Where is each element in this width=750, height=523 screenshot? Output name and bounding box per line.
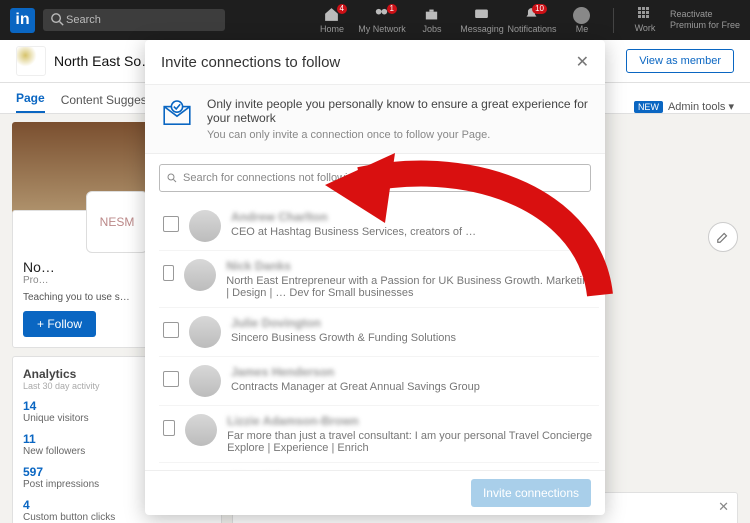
connection-search[interactable]: Search for connections not following you… bbox=[159, 164, 591, 192]
person-headline: North East Entrepreneur with a Passion f… bbox=[226, 275, 595, 299]
person-name: Julie Dovington bbox=[231, 316, 456, 330]
modal-banner: Only invite people you personally know t… bbox=[145, 85, 605, 154]
person-name: Lizzie Adamson-Brown bbox=[227, 414, 595, 428]
checkbox[interactable] bbox=[163, 265, 174, 281]
connection-row: Cheryl GrayHelping companies grow via ma… bbox=[159, 463, 599, 470]
connection-list[interactable]: Andrew Charlton CEO at Hashtag Business S… bbox=[145, 202, 605, 470]
checkbox[interactable] bbox=[163, 322, 179, 338]
connection-row: James Henderson Contracts Manager at Grea… bbox=[159, 357, 599, 406]
avatar bbox=[185, 414, 217, 446]
person-name: James Henderson bbox=[231, 365, 480, 379]
checkbox[interactable] bbox=[163, 420, 175, 436]
search-icon bbox=[166, 172, 178, 184]
person-headline: CEO at Hashtag Business Services, creato… bbox=[231, 226, 476, 238]
person-headline: Far more than just a travel consultant: … bbox=[227, 430, 595, 454]
connection-row: Lizzie Adamson-Brown Far more than just a… bbox=[159, 406, 599, 463]
modal-overlay: Invite connections to follow ✕ Only invi… bbox=[0, 0, 750, 523]
banner-secondary: You can only invite a connection once to… bbox=[207, 129, 589, 141]
close-icon[interactable]: ✕ bbox=[576, 52, 589, 72]
person-headline: Sincero Business Growth & Funding Soluti… bbox=[231, 332, 456, 344]
search-placeholder: Search for connections not following you… bbox=[183, 172, 413, 184]
person-headline: Contracts Manager at Great Annual Saving… bbox=[231, 381, 480, 393]
envelope-check-icon bbox=[161, 97, 193, 129]
invite-connections-button[interactable]: Invite connections bbox=[471, 479, 591, 507]
banner-primary: Only invite people you personally know t… bbox=[207, 97, 589, 125]
connection-row: Julie Dovington Sincero Business Growth &… bbox=[159, 308, 599, 357]
modal-title: Invite connections to follow bbox=[161, 54, 340, 71]
avatar bbox=[184, 259, 216, 291]
checkbox[interactable] bbox=[163, 371, 179, 387]
connection-row: Andrew Charlton CEO at Hashtag Business S… bbox=[159, 202, 599, 251]
avatar bbox=[189, 316, 221, 348]
invite-modal: Invite connections to follow ✕ Only invi… bbox=[145, 40, 605, 515]
person-name: Andrew Charlton bbox=[231, 210, 476, 224]
person-name: Nick Danks bbox=[226, 259, 595, 273]
connection-row: Nick Danks North East Entrepreneur with a… bbox=[159, 251, 599, 308]
avatar bbox=[189, 365, 221, 397]
checkbox[interactable] bbox=[163, 216, 179, 232]
avatar bbox=[189, 210, 221, 242]
